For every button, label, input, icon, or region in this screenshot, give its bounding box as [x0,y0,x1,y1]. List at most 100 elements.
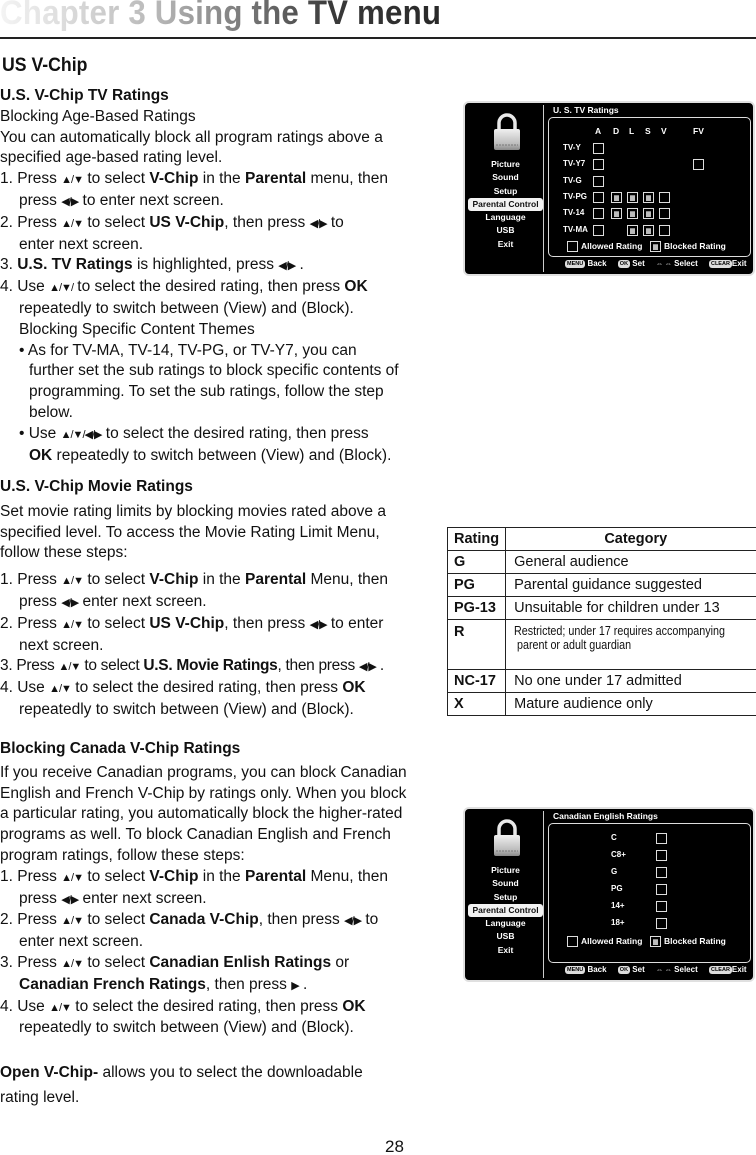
rating-label: TV-Y [563,143,581,152]
menu-item-usb[interactable]: USB [467,930,544,943]
bullet-1-cont: programming. To set the sub ratings, fol… [29,383,384,401]
rating-label: 14+ [611,901,625,910]
left-right-arrows-icon: ◀/▶ [278,260,296,273]
menu-item-parental-control[interactable]: Parental Control [468,197,543,212]
header-rating: Rating [446,527,507,551]
select-hint: Select [674,259,698,268]
step-1-cont: press ◀/▶ to enter next screen. [19,191,224,209]
rating-label: TV-14 [563,208,585,218]
menu-item-exit[interactable]: Exit [467,944,544,957]
left-right-arrows-icon: ◀/▶ [309,618,328,631]
blocked-rating-checkbox[interactable] [627,208,638,220]
blocked-rating-checkbox[interactable] [627,191,638,203]
allowed-rating-checkbox[interactable] [656,833,667,844]
intro-line: If you receive Canadian programs, you ca… [0,763,407,781]
up-down-arrows-icon: ▲/▼ [61,957,84,970]
step-1: 1. Press ▲/▼ to select V-Chip in the Par… [0,867,389,885]
table-header-row: Rating Category [446,527,756,551]
allowed-rating-checkbox[interactable] [593,224,604,236]
step-3: 3. U.S. TV Ratings is highlighted, press… [0,256,304,274]
movie-ratings-table: Rating Category G General audience PG Pare… [446,527,756,716]
menu-item-exit[interactable]: Exit [467,238,544,251]
allowed-rating-checkbox[interactable] [656,867,667,878]
blocked-legend-label: Blocked Rating [664,241,726,251]
up-down-arrows-icon: ▲/▼/ [49,282,74,295]
allowed-rating-checkbox[interactable] [656,901,667,912]
ok-key-icon: OK [617,966,631,974]
column-header-l: L [629,126,635,136]
allowed-rating-checkbox[interactable] [593,175,604,187]
step-4: 4. Use ▲/▼/ to select the desired rating… [0,278,368,296]
tv-menu-sidebar: Picture Sound Setup Parental Control Lan… [467,811,544,978]
allowed-rating-checkbox[interactable] [593,191,604,203]
menu-item-setup[interactable]: Setup [467,891,544,904]
up-down-arrows-icon: ▲/▼ [61,217,84,230]
ratings-list-panel: Allowed Rating Blocked Rating C C8+ G PG 14+… [548,823,751,963]
blocked-rating-checkbox[interactable] [643,224,654,236]
section-title: US V-Chip [2,55,88,76]
menu-item-language[interactable]: Language [467,211,544,224]
step-2: 2. Press ▲/▼ to select Canada V-Chip, th… [0,911,379,929]
exit-hint: Exit [731,259,747,268]
allowed-rating-checkbox[interactable] [693,159,704,171]
intro-line: Set movie rating limits by blocking movi… [0,502,386,520]
screen-title: U. S. TV Ratings [553,105,619,115]
allowed-rating-checkbox[interactable] [593,143,604,154]
up-down-arrows-icon: ▲/▼ [61,618,84,631]
column-header-a: A [595,126,602,136]
blocked-rating-checkbox[interactable] [643,208,654,220]
bullet-2: • Use ▲/▼/◀/▶ to select the desired rati… [19,424,369,442]
up-down-arrows-icon: ▲/▼ [58,661,81,674]
allowed-rating-checkbox[interactable] [659,191,670,203]
rating-cell: NC-17 [446,669,507,693]
allowed-rating-checkbox[interactable] [593,159,604,171]
us-tv-ratings-screen: Picture Sound Setup Parental Control Lan… [463,101,755,276]
allowed-legend-label: Allowed Rating [581,936,643,946]
intro-line: follow these steps: [0,544,128,562]
clear-key-icon: CLEAR [708,966,732,974]
blocked-rating-checkbox[interactable] [611,191,622,203]
menu-item-usb[interactable]: USB [467,224,544,237]
up-down-arrows-icon: ▲/▼ [61,871,84,884]
up-down-arrows-icon: ▲/▼ [61,915,84,928]
blocked-rating-checkbox[interactable] [611,208,622,220]
menu-item-picture[interactable]: Picture [467,158,544,171]
allowed-rating-checkbox[interactable] [593,208,604,220]
menu-item-parental-control[interactable]: Parental Control [468,903,543,918]
menu-item-setup[interactable]: Setup [467,185,544,198]
tv-menu-sidebar: Picture Sound Setup Parental Control Lan… [467,105,544,272]
table-row: PG-13 Unsuitable for children under 13 [446,596,756,620]
right-arrow-icon: ▶ [291,979,300,992]
blocked-rating-checkbox[interactable] [627,224,638,236]
blocked-rating-checkbox[interactable] [643,191,654,203]
canada-heading: Blocking Canada V-Chip Ratings [0,740,241,757]
navigate-arrows-icon: ⇔ ⇔ [655,261,672,268]
menu-item-language[interactable]: Language [467,917,544,930]
menu-item-picture[interactable]: Picture [467,864,544,877]
table-row: NC-17 No one under 17 admitted [446,669,756,693]
allowed-rating-checkbox[interactable] [656,850,667,861]
allowed-rating-checkbox[interactable] [659,224,670,236]
category-cell: Unsuitable for children under 13 [505,596,756,620]
category-cell: Restricted; under 17 requires accompanyi… [505,619,756,670]
step-1: 1. Press ▲/▼ to select V-Chip in the Par… [0,170,389,188]
step-3: 3. Press ▲/▼ to select U.S. Movie Rating… [0,657,384,675]
allowed-rating-checkbox[interactable] [656,884,667,895]
canadian-english-ratings-screen: Picture Sound Setup Parental Control Lan… [463,807,755,982]
bullet-2-cont: OK repeatedly to switch between (View) a… [29,446,392,464]
allowed-rating-checkbox[interactable] [659,208,670,220]
menu-key-icon: MENU [565,260,586,268]
screen-title: Canadian English Ratings [553,811,658,821]
open-vchip-note: Open V-Chip- allows you to select the do… [0,1064,363,1082]
allowed-rating-checkbox[interactable] [656,918,667,929]
intro-line: English and French V-Chip by ratings onl… [0,784,407,802]
left-right-arrows-icon: ◀/▶ [61,596,79,609]
clear-key-icon: CLEAR [708,260,732,268]
column-header-v: V [661,126,667,136]
rating-label: G [611,867,618,876]
allowed-legend-box [567,241,578,252]
rating-cell: X [446,692,507,716]
menu-item-sound[interactable]: Sound [467,171,544,184]
left-right-arrows-icon: ◀/▶ [61,195,79,208]
menu-item-sound[interactable]: Sound [467,877,544,890]
